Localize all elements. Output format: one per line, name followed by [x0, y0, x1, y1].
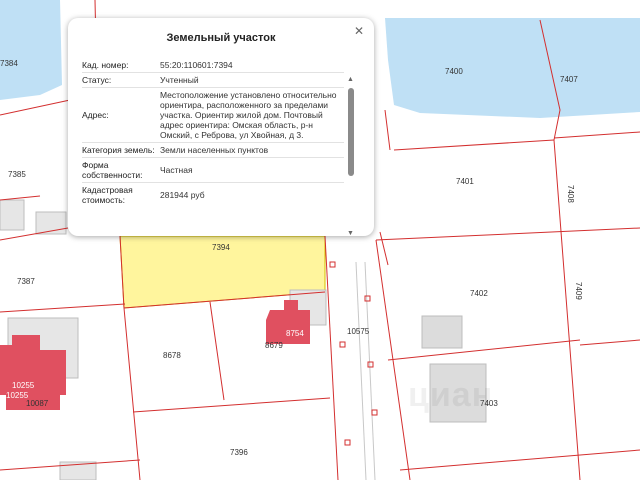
- water-area-left: [0, 0, 62, 100]
- info-label: Статус:: [82, 75, 112, 85]
- water-area-right: [385, 18, 640, 118]
- popup-scrollbar[interactable]: ▲ ▼: [347, 76, 354, 236]
- parcel-label: 8678: [163, 351, 181, 360]
- parcel-label: 8754: [286, 329, 304, 338]
- parcel-label: 7385: [8, 170, 26, 179]
- scroll-up-icon[interactable]: ▲: [347, 76, 354, 84]
- parcel-label: 7400: [445, 67, 463, 76]
- building-gray: [421, 315, 463, 349]
- parcel-label: 7394: [212, 243, 230, 252]
- parcel-label: 10575: [347, 327, 370, 336]
- info-label: Форма собственности:: [82, 160, 143, 180]
- scroll-thumb[interactable]: [348, 88, 354, 176]
- parcel-label: 7409: [574, 282, 583, 300]
- info-label: Кадастровая стоимость:: [82, 185, 133, 205]
- popup-title: Земельный участок: [166, 32, 276, 44]
- parcel-info-popup: Земельный участок ✕ Кад. номер: 55:20:11…: [68, 18, 374, 236]
- info-label: Кад. номер:: [82, 60, 129, 70]
- info-label: Категория земель:: [82, 145, 155, 155]
- info-value: 281944 руб: [160, 190, 205, 200]
- info-row: Статус: Учтенный: [82, 73, 344, 88]
- info-value: Учтенный: [160, 75, 199, 85]
- info-row: Категория земель: Земли населенных пункт…: [82, 143, 344, 158]
- parcel-label: 8679: [265, 341, 283, 350]
- parcel-label: 7387: [17, 277, 35, 286]
- info-row: Кадастровая стоимость: 281944 руб: [82, 183, 344, 207]
- info-row: Кад. номер: 55:20:110601:7394: [82, 58, 344, 73]
- close-icon[interactable]: ✕: [352, 24, 366, 38]
- watermark: циан: [408, 376, 494, 414]
- parcel-label: 10087: [26, 399, 49, 408]
- info-row: Адрес: Местоположение установлено относи…: [82, 88, 344, 143]
- info-value: Земли населенных пунктов: [160, 145, 269, 155]
- info-table: Кад. номер: 55:20:110601:7394 Статус: Уч…: [82, 58, 344, 207]
- scroll-down-icon[interactable]: ▼: [347, 230, 354, 236]
- parcel-label: 7396: [230, 448, 248, 457]
- building-gray: [0, 199, 25, 231]
- info-label: Адрес:: [82, 110, 109, 120]
- info-value: Частная: [160, 165, 193, 175]
- parcel-label: 10255: [12, 381, 35, 390]
- info-value: Местоположение установлено относительно …: [160, 90, 337, 140]
- parcel-label: 7384: [0, 59, 18, 68]
- info-row: Форма собственности: Частная: [82, 158, 344, 183]
- parcel-label: 7408: [566, 185, 575, 203]
- parcel-label: 7402: [470, 289, 488, 298]
- parcel-label: 7407: [560, 75, 578, 84]
- info-value: 55:20:110601:7394: [160, 60, 233, 70]
- parcel-label: 7401: [456, 177, 474, 186]
